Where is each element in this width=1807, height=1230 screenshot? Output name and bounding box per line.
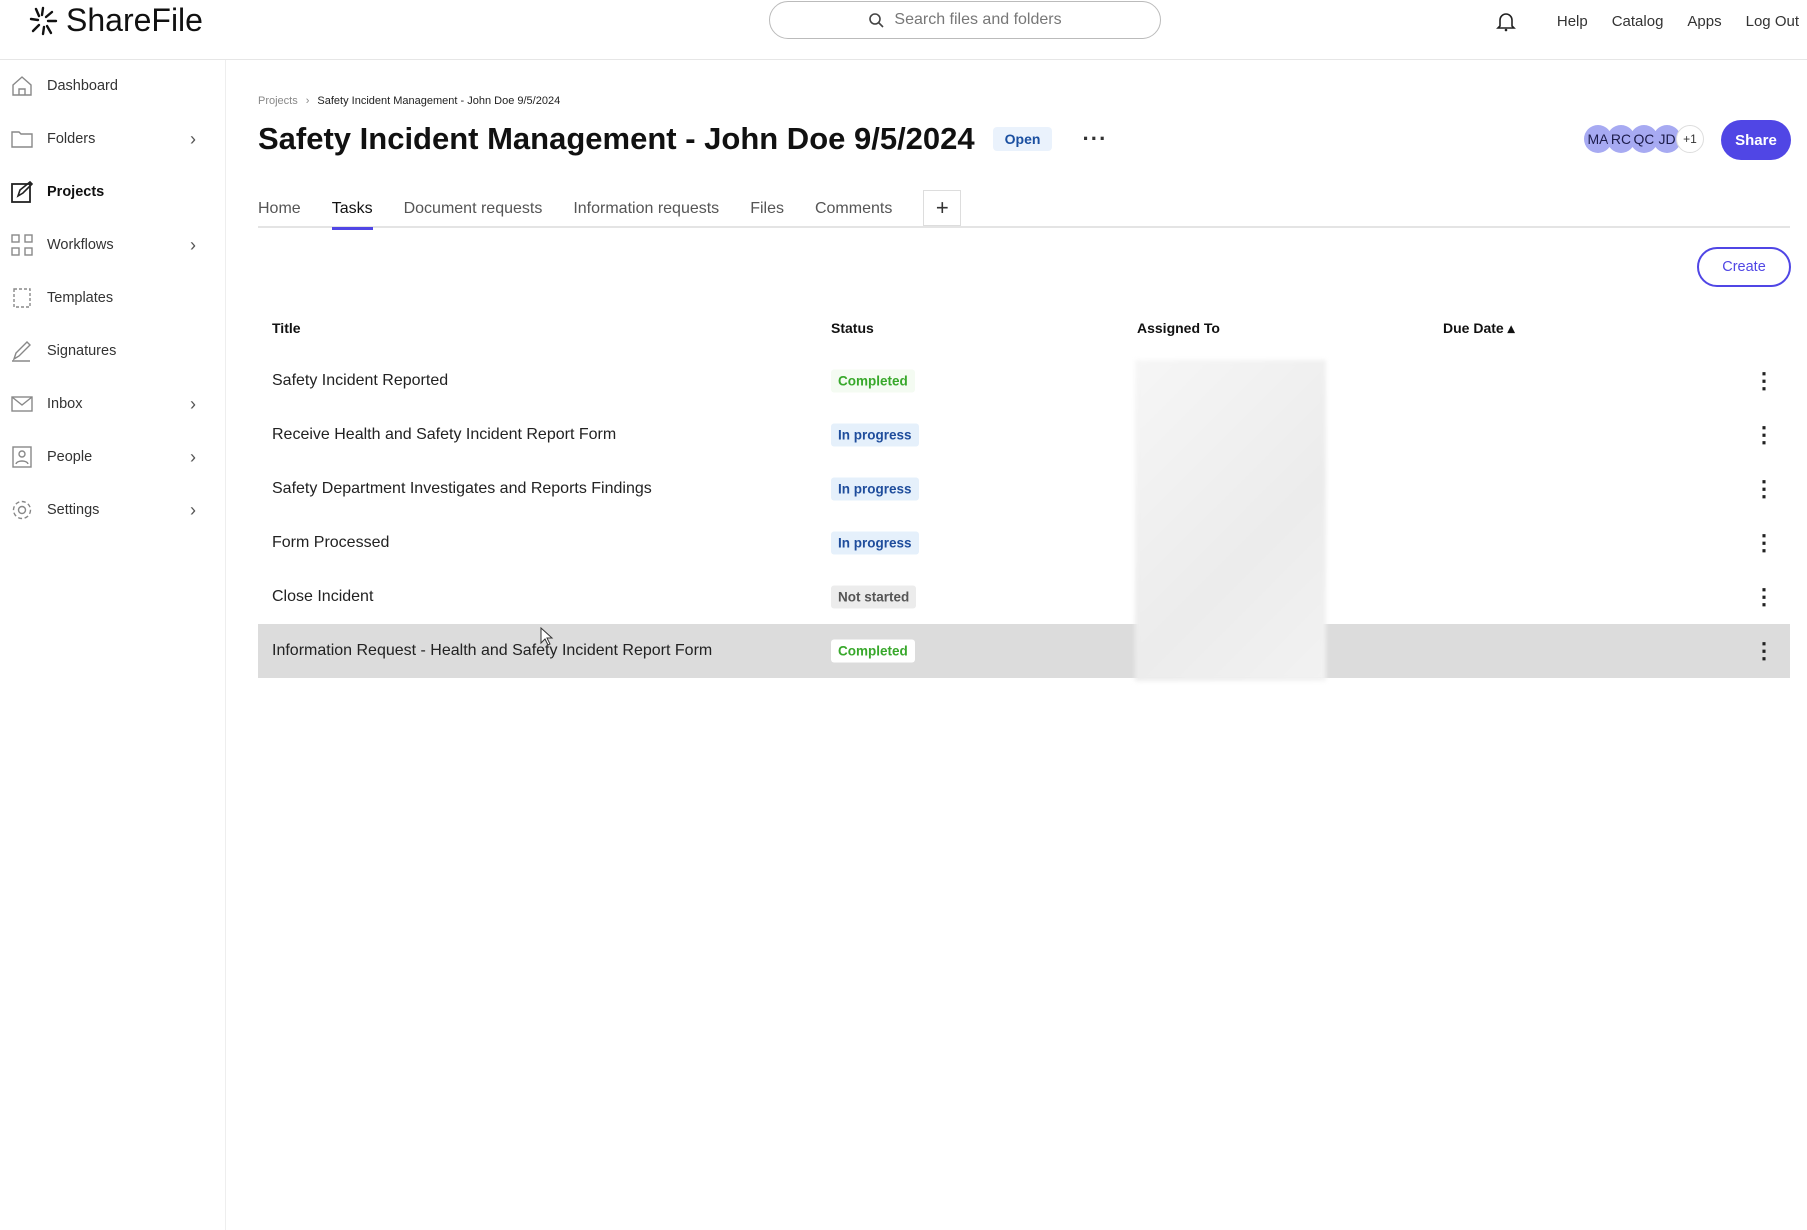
tab-information-requests[interactable]: Information requests xyxy=(573,190,719,228)
row-menu-icon[interactable]: ⋮ xyxy=(1753,532,1775,554)
task-status-badge: Not started xyxy=(831,585,917,609)
top-header: ShareFile Search files and folders Help … xyxy=(0,0,1807,60)
sidebar-item-signatures[interactable]: Signatures xyxy=(0,331,226,371)
chevron-right-icon[interactable]: › xyxy=(190,235,196,256)
tab-tasks[interactable]: Tasks xyxy=(331,190,373,230)
sidebar-item-settings[interactable]: Settings › xyxy=(0,490,226,530)
task-title[interactable]: Close Incident xyxy=(272,588,373,606)
sidebar-item-label: People xyxy=(47,449,93,465)
table-row[interactable]: Close Incident Not started ⋮ xyxy=(258,570,1790,624)
column-title[interactable]: Title xyxy=(272,320,301,336)
logout-link[interactable]: Log Out xyxy=(1746,13,1799,30)
more-options-icon[interactable]: ··· xyxy=(1082,126,1107,152)
sidebar-item-label: Folders xyxy=(47,131,96,147)
sidebar-item-label: Inbox xyxy=(47,396,83,412)
help-link[interactable]: Help xyxy=(1557,13,1588,30)
sidebar-item-label: Projects xyxy=(47,184,105,200)
apps-link[interactable]: Apps xyxy=(1687,13,1721,30)
chevron-right-icon[interactable]: › xyxy=(190,447,196,468)
sidebar-item-workflows[interactable]: Workflows › xyxy=(0,225,226,265)
sharefile-logo[interactable]: ShareFile xyxy=(28,2,203,39)
table-header: Title Status Assigned To Due Date ▴ xyxy=(258,320,1790,344)
task-title[interactable]: Safety Incident Reported xyxy=(272,372,448,390)
tab-home[interactable]: Home xyxy=(258,190,301,228)
page-title-row: Safety Incident Management - John Doe 9/… xyxy=(258,121,1107,157)
task-status-badge: In progress xyxy=(831,531,919,555)
workflows-icon xyxy=(11,234,33,256)
column-status[interactable]: Status xyxy=(831,320,874,336)
search-placeholder: Search files and folders xyxy=(894,11,1062,28)
folder-icon xyxy=(11,131,33,148)
sidebar-item-label: Workflows xyxy=(47,237,114,253)
row-menu-icon[interactable]: ⋮ xyxy=(1753,586,1775,608)
sidebar-item-label: Dashboard xyxy=(47,78,118,94)
redacted-assignees xyxy=(1135,360,1326,681)
column-due-date[interactable]: Due Date ▴ xyxy=(1443,320,1515,337)
chevron-right-icon[interactable]: › xyxy=(190,129,196,150)
mouse-cursor-icon xyxy=(540,627,554,646)
sharefile-logo-icon xyxy=(29,6,58,35)
search-icon xyxy=(869,13,884,28)
status-badge: Open xyxy=(992,127,1053,151)
table-row[interactable]: Safety Department Investigates and Repor… xyxy=(258,462,1790,516)
task-title[interactable]: Information Request - Health and Safety … xyxy=(272,642,712,660)
row-menu-icon[interactable]: ⋮ xyxy=(1753,640,1775,662)
mail-icon xyxy=(11,396,33,412)
breadcrumb-projects[interactable]: Projects xyxy=(258,95,298,107)
chevron-right-icon[interactable]: › xyxy=(190,500,196,521)
sidebar-item-people[interactable]: People › xyxy=(0,437,226,477)
top-nav: Help Catalog Apps Log Out xyxy=(1495,10,1799,32)
sidebar-item-label: Settings xyxy=(47,502,100,518)
gear-icon xyxy=(12,500,32,520)
avatar[interactable]: +1 xyxy=(1676,125,1704,153)
projects-icon xyxy=(11,180,34,203)
row-menu-icon[interactable]: ⋮ xyxy=(1753,478,1775,500)
task-status-badge: Completed xyxy=(831,639,915,663)
bell-icon[interactable] xyxy=(1495,10,1517,32)
tab-document-requests[interactable]: Document requests xyxy=(404,190,543,228)
tabs: Home Tasks Document requests Information re… xyxy=(258,190,1790,230)
task-status-badge: In progress xyxy=(831,423,919,447)
tab-files[interactable]: Files xyxy=(750,190,784,228)
task-status-badge: Completed xyxy=(831,369,915,393)
sidebar-item-label: Templates xyxy=(47,290,114,306)
sidebar-item-label: Signatures xyxy=(47,343,117,359)
row-menu-icon[interactable]: ⋮ xyxy=(1753,370,1775,392)
breadcrumb-separator-icon: › xyxy=(305,95,310,107)
sidebar-item-inbox[interactable]: Inbox › xyxy=(0,384,226,424)
page-title: Safety Incident Management - John Doe 9/… xyxy=(258,121,975,156)
logo-text: ShareFile xyxy=(66,2,203,38)
sidebar-item-projects[interactable]: Projects xyxy=(0,172,226,212)
task-status-badge: In progress xyxy=(831,477,919,501)
search-input[interactable]: Search files and folders xyxy=(769,1,1161,39)
column-assigned-to[interactable]: Assigned To xyxy=(1137,320,1220,336)
person-icon xyxy=(12,446,32,468)
row-menu-icon[interactable]: ⋮ xyxy=(1753,424,1775,446)
task-title[interactable]: Form Processed xyxy=(272,534,389,552)
catalog-link[interactable]: Catalog xyxy=(1612,13,1664,30)
home-icon xyxy=(12,76,32,96)
breadcrumb-current: Safety Incident Management - John Doe 9/… xyxy=(317,95,561,107)
sidebar-item-dashboard[interactable]: Dashboard xyxy=(0,66,226,106)
chevron-right-icon[interactable]: › xyxy=(190,394,196,415)
breadcrumb: Projects › Safety Incident Management - … xyxy=(258,95,560,107)
tab-comments[interactable]: Comments xyxy=(815,190,892,228)
task-title[interactable]: Safety Department Investigates and Repor… xyxy=(272,480,652,498)
pen-icon xyxy=(12,341,31,362)
add-tab-button[interactable]: + xyxy=(923,190,962,226)
table-row[interactable]: Form Processed In progress ⋮ xyxy=(258,516,1790,570)
sidebar-item-templates[interactable]: Templates xyxy=(0,278,226,318)
table-row[interactable]: Information Request - Health and Safety … xyxy=(258,624,1790,678)
templates-icon xyxy=(13,288,31,308)
share-button[interactable]: Share xyxy=(1721,120,1791,160)
sidebar: Dashboard Folders › Projects Workflows › Templ… xyxy=(0,60,226,1230)
table-row[interactable]: Receive Health and Safety Incident Repor… xyxy=(258,408,1790,462)
member-avatars[interactable]: MA RC QC JD +1 xyxy=(1584,125,1704,153)
sidebar-item-folders[interactable]: Folders › xyxy=(0,119,226,159)
task-title[interactable]: Receive Health and Safety Incident Repor… xyxy=(272,426,616,444)
create-button[interactable]: Create xyxy=(1697,247,1791,287)
table-row[interactable]: Safety Incident Reported Completed ⋮ xyxy=(258,354,1790,408)
